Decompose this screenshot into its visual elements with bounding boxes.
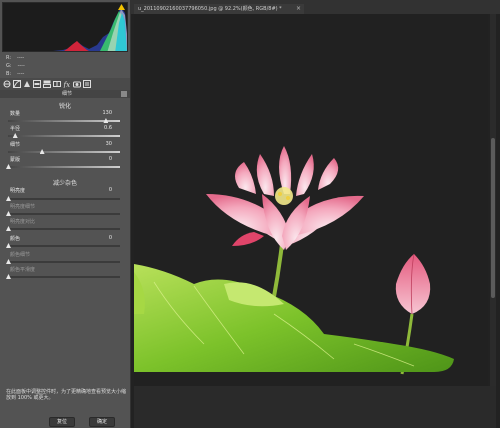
document-tab[interactable]: u_2011090216003779605​0.jpg @ 92.2%(颜色, … <box>134 4 304 14</box>
document-tab-title: u_2011090216003779605​0.jpg @ 92.2%(颜色, … <box>138 6 282 12</box>
detail-icon[interactable] <box>23 80 31 88</box>
amount-value[interactable]: 130 <box>98 110 112 116</box>
color-detail-label: 颜色细节 <box>10 252 31 258</box>
color-smoothness-label: 颜色平滑度 <box>10 267 36 273</box>
luminance-detail-slider[interactable] <box>6 211 120 216</box>
detail-slider[interactable] <box>8 149 120 154</box>
detail-label: 细节 <box>10 142 21 148</box>
split-toning-icon[interactable] <box>43 80 51 88</box>
masking-slider[interactable] <box>6 164 120 169</box>
presets-icon[interactable] <box>83 80 91 88</box>
histogram-graph <box>53 7 127 51</box>
close-icon[interactable]: × <box>296 4 301 14</box>
luminance-detail-label: 明亮度细节 <box>10 204 36 210</box>
panel-tab-bar: fx <box>0 78 130 90</box>
sharpen-section-title: 锐化 <box>58 103 71 110</box>
detail-slider-thumb[interactable] <box>39 149 45 154</box>
color-slider[interactable] <box>6 243 120 248</box>
luminance-slider[interactable] <box>6 196 120 201</box>
image-canvas[interactable] <box>134 14 488 386</box>
noise-reduction-section-title: 减少杂色 <box>52 180 77 187</box>
color-smoothness-slider[interactable] <box>6 274 120 279</box>
tone-curve-icon[interactable] <box>13 80 21 88</box>
radius-value[interactable]: 0.6 <box>98 125 112 131</box>
vertical-scrollbar[interactable] <box>490 14 496 386</box>
radius-slider[interactable] <box>8 133 120 138</box>
svg-text:fx: fx <box>63 81 70 88</box>
lotus-photo <box>134 14 488 386</box>
rgb-readouts: R: ---- G: ---- B: ---- <box>6 54 126 78</box>
radius-label: 半径 <box>10 126 21 132</box>
luminance-contrast-label: 明亮度对比 <box>10 219 36 225</box>
lens-icon[interactable] <box>53 80 61 88</box>
fx-icon[interactable]: fx <box>63 80 71 88</box>
amount-slider[interactable] <box>8 118 120 123</box>
color-smoothness-slider-thumb[interactable] <box>6 274 11 279</box>
color-label: 颜色 <box>10 236 21 242</box>
basic-icon[interactable] <box>3 80 11 88</box>
luminance-value[interactable]: 0 <box>98 187 112 193</box>
detail-value[interactable]: 30 <box>98 141 112 147</box>
ok-button[interactable]: 确定 <box>89 417 115 427</box>
highlight-clipping-icon[interactable] <box>118 4 125 11</box>
luminance-contrast-slider[interactable] <box>6 226 120 231</box>
status-bar <box>134 386 496 428</box>
camera-raw-panel: R: ---- G: ---- B: ---- fx 细节 锐化 数量 130 半径 … <box>0 0 130 428</box>
reset-button[interactable]: 复位 <box>49 417 75 427</box>
luminance-label: 明亮度 <box>10 188 26 194</box>
luminance-contrast-slider-thumb[interactable] <box>6 226 11 231</box>
amount-label: 数量 <box>10 111 21 117</box>
radius-slider-thumb[interactable] <box>12 133 18 138</box>
color-slider-thumb[interactable] <box>6 243 11 248</box>
panel-title: 细节 <box>0 90 130 98</box>
camera-calibration-icon[interactable] <box>73 80 81 88</box>
luminance-slider-thumb[interactable] <box>6 196 11 201</box>
amount-slider-thumb[interactable] <box>103 118 109 123</box>
panel-menu-icon[interactable] <box>121 91 127 97</box>
zoom-hint-text: 在此面板中调整控件时，为了更精确地查看预览大小缩放到 100% 或更大。 <box>6 389 127 401</box>
scrollbar-thumb[interactable] <box>491 138 495 298</box>
dialog-button-bar: 复位 确定 <box>0 414 130 428</box>
luminance-detail-slider-thumb[interactable] <box>6 211 11 216</box>
histogram <box>2 2 128 52</box>
masking-slider-thumb[interactable] <box>6 164 11 169</box>
readout-row: R: ---- <box>6 55 25 61</box>
color-value[interactable]: 0 <box>98 235 112 241</box>
color-detail-slider-thumb[interactable] <box>6 259 11 264</box>
masking-label: 蒙版 <box>10 157 21 163</box>
hsl-icon[interactable] <box>33 80 41 88</box>
masking-value[interactable]: 0 <box>98 156 112 162</box>
readout-row: B: ---- <box>6 71 25 77</box>
readout-row: G: ---- <box>6 63 25 69</box>
color-detail-slider[interactable] <box>6 259 120 264</box>
